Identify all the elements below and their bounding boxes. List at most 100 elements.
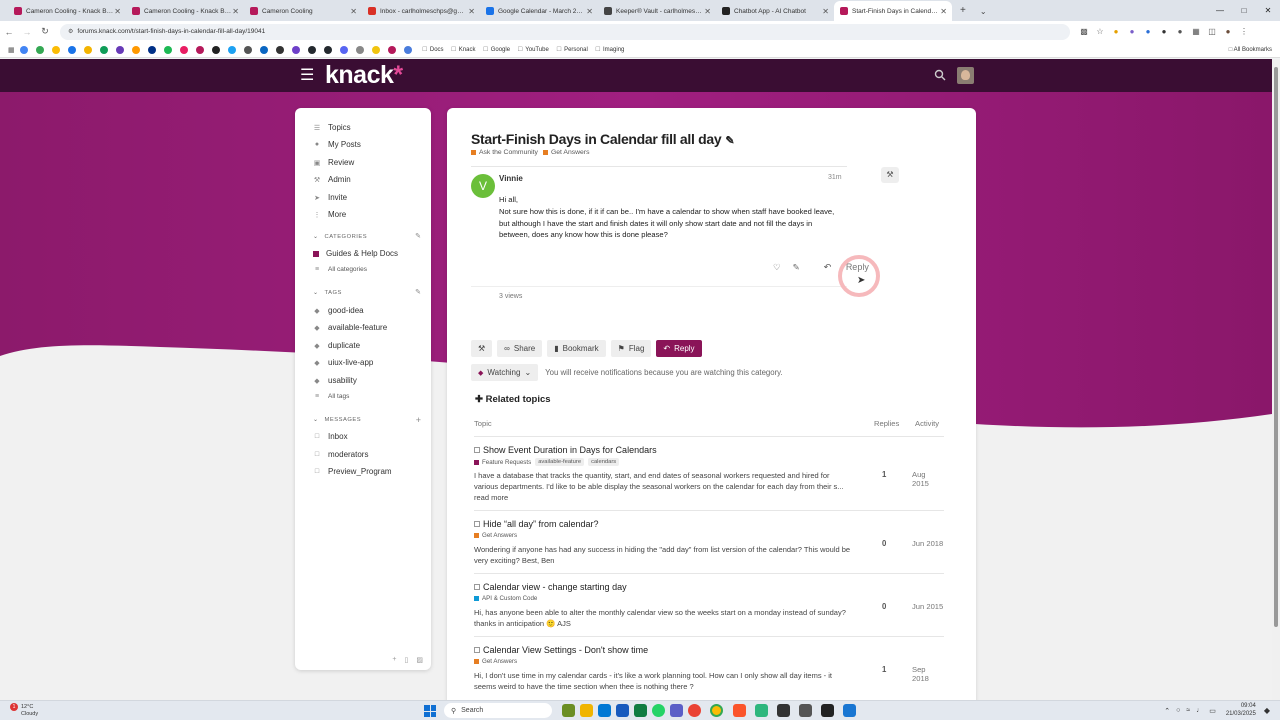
- user-avatar[interactable]: [957, 67, 974, 84]
- close-tab-icon[interactable]: ✕: [940, 7, 947, 16]
- all-tags-link[interactable]: ≡ All tags: [313, 393, 349, 400]
- bookmark-site-icon[interactable]: [243, 45, 252, 54]
- messages-heading[interactable]: ⌄ MESSAGES: [313, 416, 361, 424]
- browser-tab[interactable]: Google Calendar - March 2025 ✕: [480, 1, 598, 21]
- edit-tags-icon[interactable]: ✎: [415, 288, 421, 296]
- related-topic-row[interactable]: Hide “all day” from calendar? Get Answer…: [474, 510, 944, 573]
- related-topic-activity[interactable]: Jun 2015: [912, 602, 943, 611]
- post-author[interactable]: Vinnie: [499, 174, 523, 183]
- bookmark-site-icon[interactable]: [163, 45, 172, 54]
- bookmark-site-icon[interactable]: [147, 45, 156, 54]
- reload-icon[interactable]: ↻: [36, 26, 54, 37]
- bookmark-site-icon[interactable]: [275, 45, 284, 54]
- extension-icon[interactable]: ●: [1174, 27, 1186, 37]
- related-topic-title[interactable]: Hide “all day” from calendar?: [474, 519, 599, 529]
- taskbar-app-icon[interactable]: [821, 704, 834, 717]
- star-icon[interactable]: ☆: [1094, 27, 1106, 37]
- taskbar-app-icon[interactable]: [670, 704, 683, 717]
- keyboard-icon[interactable]: ▨: [416, 656, 423, 664]
- related-topic-row[interactable]: Calendar view - change starting day API …: [474, 573, 944, 636]
- sidebar-tag-duplicate[interactable]: ◆ duplicate: [313, 341, 360, 350]
- close-tab-icon[interactable]: ✕: [822, 7, 829, 16]
- site-info-icon[interactable]: ⚙: [68, 28, 73, 35]
- sidebar-item-review[interactable]: ▣ Review: [313, 158, 355, 167]
- extension-icon[interactable]: ●: [1158, 27, 1170, 37]
- close-tab-icon[interactable]: ✕: [114, 7, 121, 16]
- sidebar-item-invite[interactable]: ➤ Invite: [313, 193, 347, 202]
- browser-tab[interactable]: Keeper® Vault - carlholmeschp... ✕: [598, 1, 716, 21]
- sidebar-message-inbox[interactable]: □ Inbox: [313, 432, 348, 441]
- browser-tab[interactable]: Cameron Cooling - Knack Buil... ✕: [8, 1, 126, 21]
- taskbar-app-icon[interactable]: [562, 704, 575, 717]
- forward-icon[interactable]: →: [18, 27, 36, 37]
- bookmark-site-icon[interactable]: [99, 45, 108, 54]
- bookmark-button[interactable]: ▮ Bookmark: [547, 340, 606, 357]
- taskbar-app-icon[interactable]: [598, 704, 611, 717]
- related-topic-title[interactable]: Show Event Duration in Days for Calendar…: [474, 445, 657, 455]
- bookmark-drive-icon[interactable]: [51, 45, 60, 54]
- close-tab-icon[interactable]: ✕: [350, 7, 357, 16]
- bookmark-site-icon[interactable]: [403, 45, 412, 54]
- calculator-icon[interactable]: [799, 704, 812, 717]
- bookmark-folder-youtube[interactable]: □ YouTube: [518, 46, 549, 53]
- author-avatar[interactable]: V: [471, 174, 495, 198]
- sidebar-tag-uiux-live-app[interactable]: ◆ uiux-live-app: [313, 358, 373, 367]
- category-link[interactable]: Ask the Community: [479, 149, 538, 156]
- close-tab-icon[interactable]: ✕: [586, 7, 593, 16]
- extension-icon[interactable]: ●: [1142, 27, 1154, 37]
- tab-search-icon[interactable]: ⌄: [980, 7, 987, 16]
- browser-tab[interactable]: Cameron Cooling ✕: [244, 1, 362, 21]
- excel-icon[interactable]: [634, 704, 647, 717]
- categories-heading[interactable]: ⌄ CATEGORIES: [313, 233, 367, 241]
- sidebar-category-guides[interactable]: Guides & Help Docs: [313, 249, 398, 258]
- flag-button[interactable]: ⚑ Flag: [610, 340, 652, 357]
- related-topic-activity[interactable]: Sep 2018: [912, 665, 944, 683]
- page-scrollbar[interactable]: [1272, 59, 1280, 700]
- bookmark-site-icon[interactable]: [211, 45, 220, 54]
- brave-icon[interactable]: [733, 704, 746, 717]
- bookmark-site-icon[interactable]: [259, 45, 268, 54]
- taskbar-app-icon[interactable]: [777, 704, 790, 717]
- sidebar-item-my-posts[interactable]: ● My Posts: [313, 140, 361, 149]
- microphone-icon[interactable]: ○: [1176, 707, 1180, 715]
- bookmark-site-icon[interactable]: [323, 45, 332, 54]
- bookmark-folder-docs[interactable]: □ Docs: [423, 46, 444, 53]
- url-field[interactable]: ⚙ forums.knack.com/t/start-finish-days-i…: [60, 23, 1070, 40]
- install-icon[interactable]: ▩: [1078, 27, 1090, 37]
- sidebar-item-topics[interactable]: ☰ Topics: [313, 123, 351, 132]
- volume-icon[interactable]: ♩: [1196, 707, 1203, 715]
- close-tab-icon[interactable]: ✕: [704, 7, 711, 16]
- new-tab-button[interactable]: +: [960, 5, 966, 16]
- windows-start-icon[interactable]: [424, 705, 436, 717]
- sidebar-message-preview-program[interactable]: □ Preview_Program: [313, 467, 392, 476]
- bookmark-site-icon[interactable]: [307, 45, 316, 54]
- bookmark-site-icon[interactable]: [387, 45, 396, 54]
- battery-icon[interactable]: ▭: [1209, 707, 1216, 715]
- related-topic-title[interactable]: Calendar view - change starting day: [474, 582, 627, 592]
- related-topic-row[interactable]: Calendar View Settings - Don't show time…: [474, 636, 944, 699]
- related-topic-activity[interactable]: Aug 2015: [912, 470, 944, 488]
- bookmark-site-icon[interactable]: [371, 45, 380, 54]
- subcategory-link[interactable]: Get Answers: [551, 149, 590, 156]
- taskbar-search[interactable]: ⚲ Search: [444, 703, 552, 718]
- browser-menu-icon[interactable]: ⋮: [1238, 27, 1250, 37]
- chrome-icon[interactable]: [710, 704, 723, 717]
- slack-icon[interactable]: [755, 704, 768, 717]
- sidebar-tag-usability[interactable]: ◆ usability: [313, 376, 357, 385]
- bookmark-site-icon[interactable]: [355, 45, 364, 54]
- weather-widget[interactable]: 1 12°C Cloudy: [10, 703, 38, 718]
- apps-icon[interactable]: ▦: [8, 46, 15, 54]
- browser-tab[interactable]: Inbox - carlholmeschps@gmail... ✕: [362, 1, 480, 21]
- file-explorer-icon[interactable]: [580, 704, 593, 717]
- bookmark-folder-personal[interactable]: □ Personal: [557, 46, 588, 53]
- bookmark-folder-imaging[interactable]: □ Imaging: [596, 46, 625, 53]
- word-icon[interactable]: [616, 704, 629, 717]
- related-topic-category[interactable]: Feature Requests available-feature calenda…: [474, 458, 620, 466]
- topic-tag[interactable]: calendars: [588, 458, 620, 466]
- topic-admin-button[interactable]: ⚒: [471, 340, 493, 357]
- related-topic-activity[interactable]: Jun 2018: [912, 539, 943, 548]
- minimize-icon[interactable]: —: [1208, 6, 1232, 15]
- clock[interactable]: 09:04 21/03/2025: [1226, 703, 1256, 718]
- related-topic-row[interactable]: Show Event Duration in Days for Calendar…: [474, 436, 944, 510]
- whatsapp-icon[interactable]: [652, 704, 665, 717]
